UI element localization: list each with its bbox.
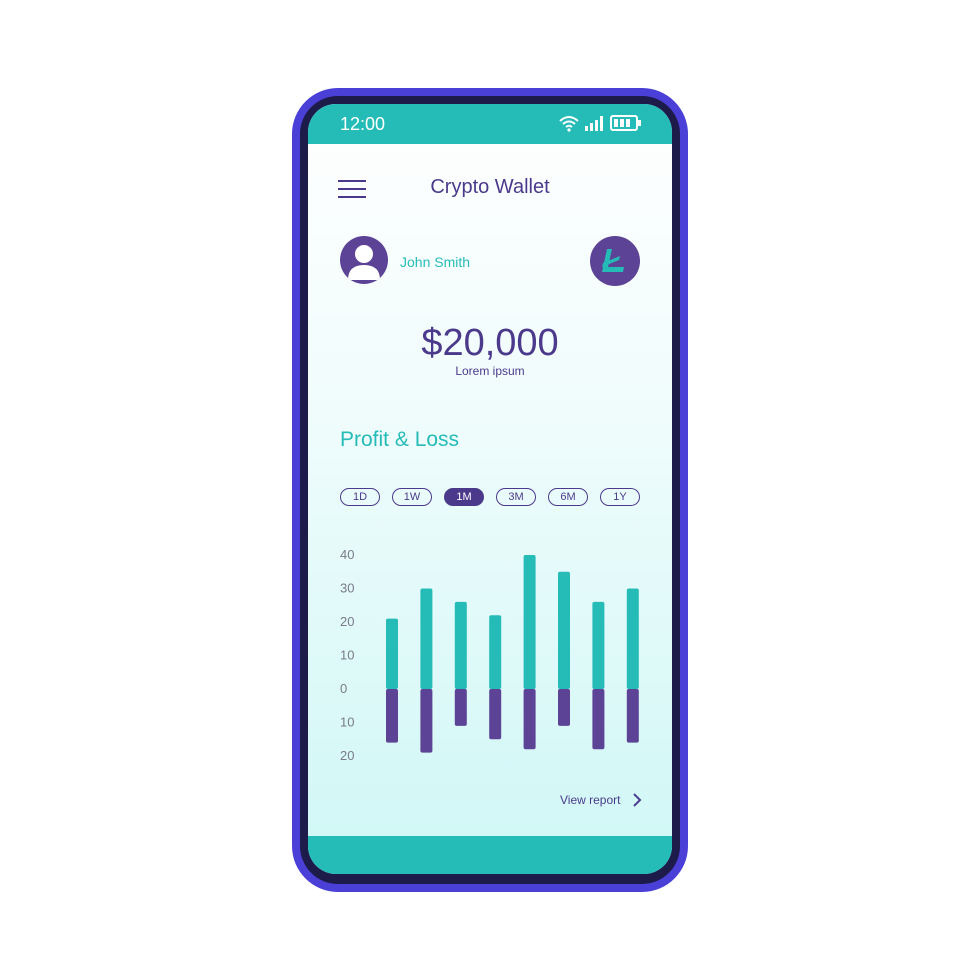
bar-positive (454, 601, 467, 689)
wifi-icon (559, 116, 579, 132)
bar-positive (523, 555, 536, 689)
bar-positive (420, 588, 433, 689)
status-bar: 12:00 (308, 104, 672, 144)
status-time: 12:00 (340, 114, 386, 134)
profit-loss-chart: 40 30 20 10 0 10 20 (340, 547, 639, 763)
y-tick-label: 10 (340, 648, 354, 663)
bar-negative (626, 689, 639, 743)
user-icon (348, 245, 380, 280)
bar-positive (489, 615, 502, 689)
range-1m-button[interactable]: 1M (444, 488, 484, 506)
bar-negative (592, 689, 605, 750)
avatar[interactable] (340, 236, 388, 284)
page-title: Crypto Wallet (430, 176, 550, 198)
bar-positive (558, 571, 570, 689)
y-tick-label: 40 (340, 547, 354, 562)
bar-negative (489, 689, 502, 740)
bar-negative (420, 689, 433, 753)
section-title: Profit & Loss (340, 428, 460, 451)
y-tick-label: 20 (340, 614, 354, 629)
signal-icon (585, 116, 603, 131)
bar-positive (626, 588, 639, 689)
balance-amount: $20,000 (421, 322, 559, 364)
y-tick-label: 30 (340, 581, 354, 596)
view-report-link[interactable]: View report (560, 793, 620, 807)
coin-button[interactable] (590, 236, 640, 286)
range-1d-button[interactable]: 1D (340, 488, 380, 506)
bar-negative (454, 689, 467, 726)
y-tick-label: 20 (340, 748, 354, 763)
bar-negative (523, 689, 536, 750)
bar-negative (386, 689, 398, 743)
bar-negative (558, 689, 570, 726)
bottom-bar (308, 836, 672, 874)
range-6m-button[interactable]: 6M (548, 488, 588, 506)
range-1y-button[interactable]: 1Y (600, 488, 640, 506)
range-3m-button[interactable]: 3M (496, 488, 536, 506)
litecoin-icon (602, 249, 624, 272)
y-tick-label: 0 (340, 681, 347, 696)
range-1w-button[interactable]: 1W (392, 488, 432, 506)
chevron-right-icon[interactable] (632, 792, 642, 808)
bar-positive (592, 601, 605, 689)
user-name: John Smith (400, 254, 471, 270)
y-tick-label: 10 (340, 715, 354, 730)
balance-caption: Lorem ipsum (455, 364, 525, 378)
bar-positive (386, 618, 398, 689)
app-screen: 12:00 Crypto Wallet John Smith $20,000 L… (308, 104, 672, 874)
battery-icon (610, 115, 641, 131)
